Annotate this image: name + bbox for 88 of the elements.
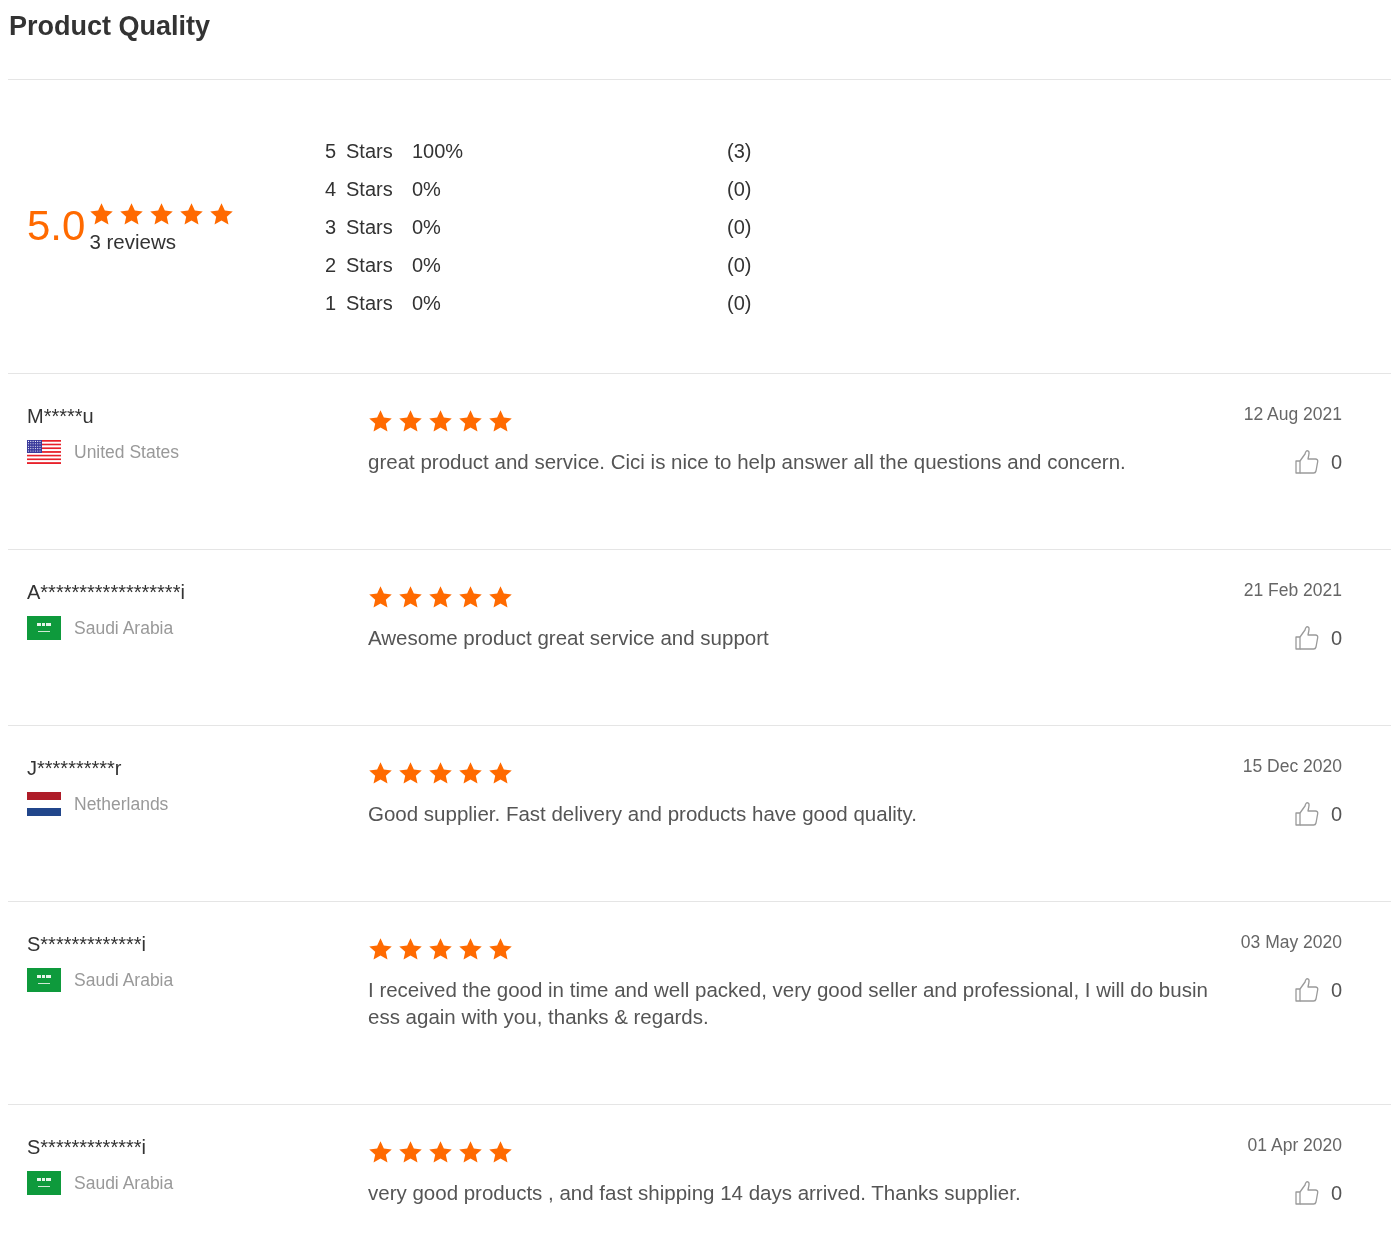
star-icon [119,201,145,227]
star-icon [458,937,483,962]
thumbs-up-icon[interactable] [1294,625,1319,651]
star-icon [368,937,393,962]
review-date: 03 May 2020 [1240,931,1342,953]
star-icon [398,1140,423,1165]
review-date: 15 Dec 2020 [1242,755,1342,777]
rating-level-label: Stars [346,139,394,164]
rating-count: (0) [727,291,752,316]
star-icon [368,761,393,786]
reviewer-name: A******************i [27,580,186,605]
rating-level: 2 [325,253,338,278]
star-icon [458,761,483,786]
reviewer-name: S*************i [27,1135,147,1160]
review-date: 21 Feb 2021 [1243,579,1342,601]
rating-score: 5.0 [27,203,86,248]
star-icon [458,1140,483,1165]
rating-count: (3) [727,139,752,164]
rating-level-label: Stars [346,177,394,202]
rating-level: 4 [325,177,338,202]
star-icon [488,409,513,434]
flag-icon [27,440,61,464]
star-icon [488,1140,513,1165]
rating-level-label: Stars [346,253,394,278]
star-icon [179,201,205,227]
flag-icon [27,792,61,816]
thumbs-up-icon[interactable] [1294,801,1319,827]
star-icon [209,201,235,227]
star-icon [428,1140,453,1165]
flag-icon [27,968,61,992]
rating-count: (0) [727,253,752,278]
star-icon [428,761,453,786]
country-name: United States [74,441,180,464]
like-button[interactable]: 0 [1294,801,1342,827]
reviewer-name: J**********r [27,756,123,781]
like-button[interactable]: 0 [1294,449,1342,475]
star-icon [428,937,453,962]
reviewer-name: S*************i [27,932,147,957]
country-name: Saudi Arabia [74,969,174,992]
flag-icon [27,616,61,640]
reviewer-name: M*****u [27,404,95,429]
review-text: I received the good in time and well packed, very good seller and professional, I will do business again with you, thanks & regards. [368,977,1208,1030]
review-text: Awesome product great service and support [368,625,770,651]
thumbs-up-icon[interactable] [1294,449,1319,475]
rating-percent: 0% [412,253,442,278]
country-name: Saudi Arabia [74,1172,174,1195]
review-text: very good products , and fast shipping 14 days arrived. Thanks supplier. [368,1180,1022,1206]
rating-percent: 0% [412,215,442,240]
rating-percent: 0% [412,177,442,202]
star-icon [488,761,513,786]
rating-count: (0) [727,215,752,240]
star-icon [368,1140,393,1165]
star-icon [149,201,175,227]
star-icon [458,409,483,434]
country-name: Netherlands [74,793,169,816]
star-icon [458,585,483,610]
rating-percent: 0% [412,291,442,316]
star-icon [398,409,423,434]
rating-level: 5 [325,139,338,164]
flag-icon [27,1171,61,1195]
star-icon [398,761,423,786]
review-date: 12 Aug 2021 [1243,403,1342,425]
page-title: Product Quality [8,0,1391,80]
review-count: 3 reviews [89,230,177,253]
star-icon [398,585,423,610]
review-text: great product and service. Cici is nice to help answer all the questions and concern. [368,449,1127,475]
like-button[interactable]: 0 [1294,625,1342,651]
rating-level-label: Stars [346,291,394,316]
review-date: 01 Apr 2020 [1247,1134,1342,1156]
star-icon [488,937,513,962]
star-icon [368,409,393,434]
star-icon [368,585,393,610]
thumbs-up-icon[interactable] [1294,1180,1319,1206]
country-name: Saudi Arabia [74,617,174,640]
review-text: Good supplier. Fast delivery and products have good quality. [368,801,918,827]
rating-level: 1 [325,291,338,316]
star-icon [398,937,423,962]
like-button[interactable]: 0 [1294,977,1342,1003]
star-icon [89,201,115,227]
like-button[interactable]: 0 [1294,1180,1342,1206]
star-icon [428,585,453,610]
star-icon [428,409,453,434]
rating-level: 3 [325,215,338,240]
rating-percent: 100% [412,139,465,164]
rating-level-label: Stars [346,215,394,240]
thumbs-up-icon[interactable] [1294,977,1319,1003]
rating-count: (0) [727,177,752,202]
star-icon [488,585,513,610]
